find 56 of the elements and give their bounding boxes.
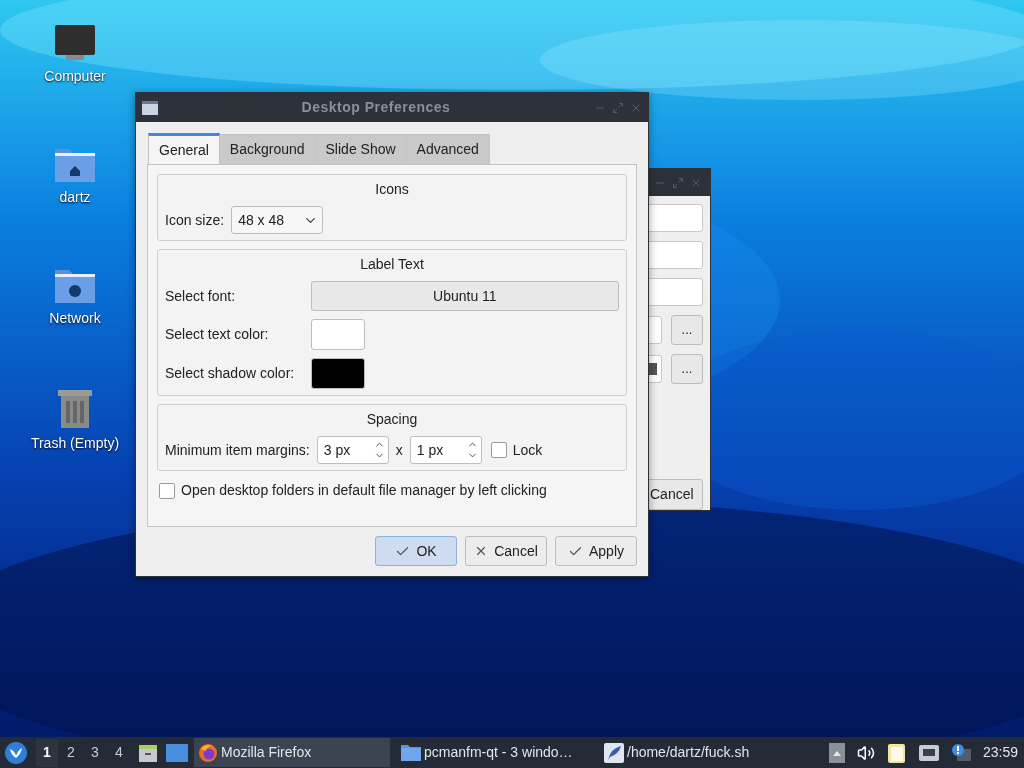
field-label: Select font: [165,286,237,306]
maximize-icon[interactable] [672,176,684,189]
spin-box[interactable]: 3 px [316,436,389,464]
spin-box[interactable]: 1 px [409,436,482,464]
dialog-button[interactable]: OK [375,536,457,566]
browse-button[interactable]: ... [671,354,703,384]
checkbox[interactable] [159,482,175,499]
volume-icon[interactable] [856,743,875,762]
tab[interactable]: Background [219,134,316,164]
field-label: Minimum item margins: [165,440,310,460]
network-icon[interactable] [918,743,939,762]
tab[interactable]: Advanced [406,134,490,164]
checkbox-label[interactable]: Lock [512,439,543,461]
clock[interactable]: 23:59 [982,742,1018,763]
checkbox[interactable] [490,442,507,458]
group-title: Icons [374,180,410,199]
workspace-button[interactable]: 2 [60,738,82,767]
desktop-icon[interactable] [166,743,188,762]
browse-button[interactable]: ... [671,315,703,345]
task-button[interactable]: pcmanfm-qt - 3 windo… [397,738,593,767]
folder-icon [401,744,421,761]
checkbox-label[interactable]: Open desktop folders in default file manager by left clicking [181,480,547,501]
task-button[interactable]: /home/dartz/fuck.sh [600,738,796,767]
desktop-icon-label[interactable]: dartz [59,187,91,208]
dialog-button[interactable]: Apply [555,536,637,566]
app-menu-icon[interactable] [4,740,28,765]
dialog-button[interactable]: Cancel [465,536,547,566]
field-label: Select shadow color: [165,364,296,383]
clipboard-icon[interactable] [886,741,907,764]
window-icon [142,100,158,115]
window-title: Desktop Preferences [300,98,452,117]
trash-icon [56,387,94,429]
field-label: Select text color: [165,325,270,344]
workspace-button[interactable]: 1 [36,738,58,767]
tab[interactable]: Slide Show [315,134,407,164]
feather-icon [604,742,624,763]
workspace-button[interactable]: 4 [108,738,130,767]
task-button[interactable]: Mozilla Firefox [194,738,390,767]
group-title: Spacing [365,410,419,429]
separator-label: x [395,440,403,460]
workspace-button[interactable]: 3 [84,738,106,767]
maximize-icon[interactable] [612,101,624,114]
font-button[interactable]: Ubuntu 11 [310,281,619,311]
desktop-icon-label[interactable]: Trash (Empty) [30,433,120,454]
color-swatch-button[interactable] [311,319,365,350]
file-cabinet-icon[interactable] [138,742,158,763]
tab[interactable]: General [148,133,220,164]
monitor-icon [54,24,96,62]
icon-size-dropdown[interactable]: 48 x 48 [231,206,324,234]
group-title: Label Text [359,255,425,274]
notification-icon[interactable] [950,742,971,763]
globe-icon [198,742,218,763]
color-swatch-button[interactable] [311,358,365,389]
desktop-icon-label[interactable]: Network [49,308,101,329]
tray-expand-icon[interactable] [828,742,845,763]
field-label: Icon size: [165,210,225,230]
